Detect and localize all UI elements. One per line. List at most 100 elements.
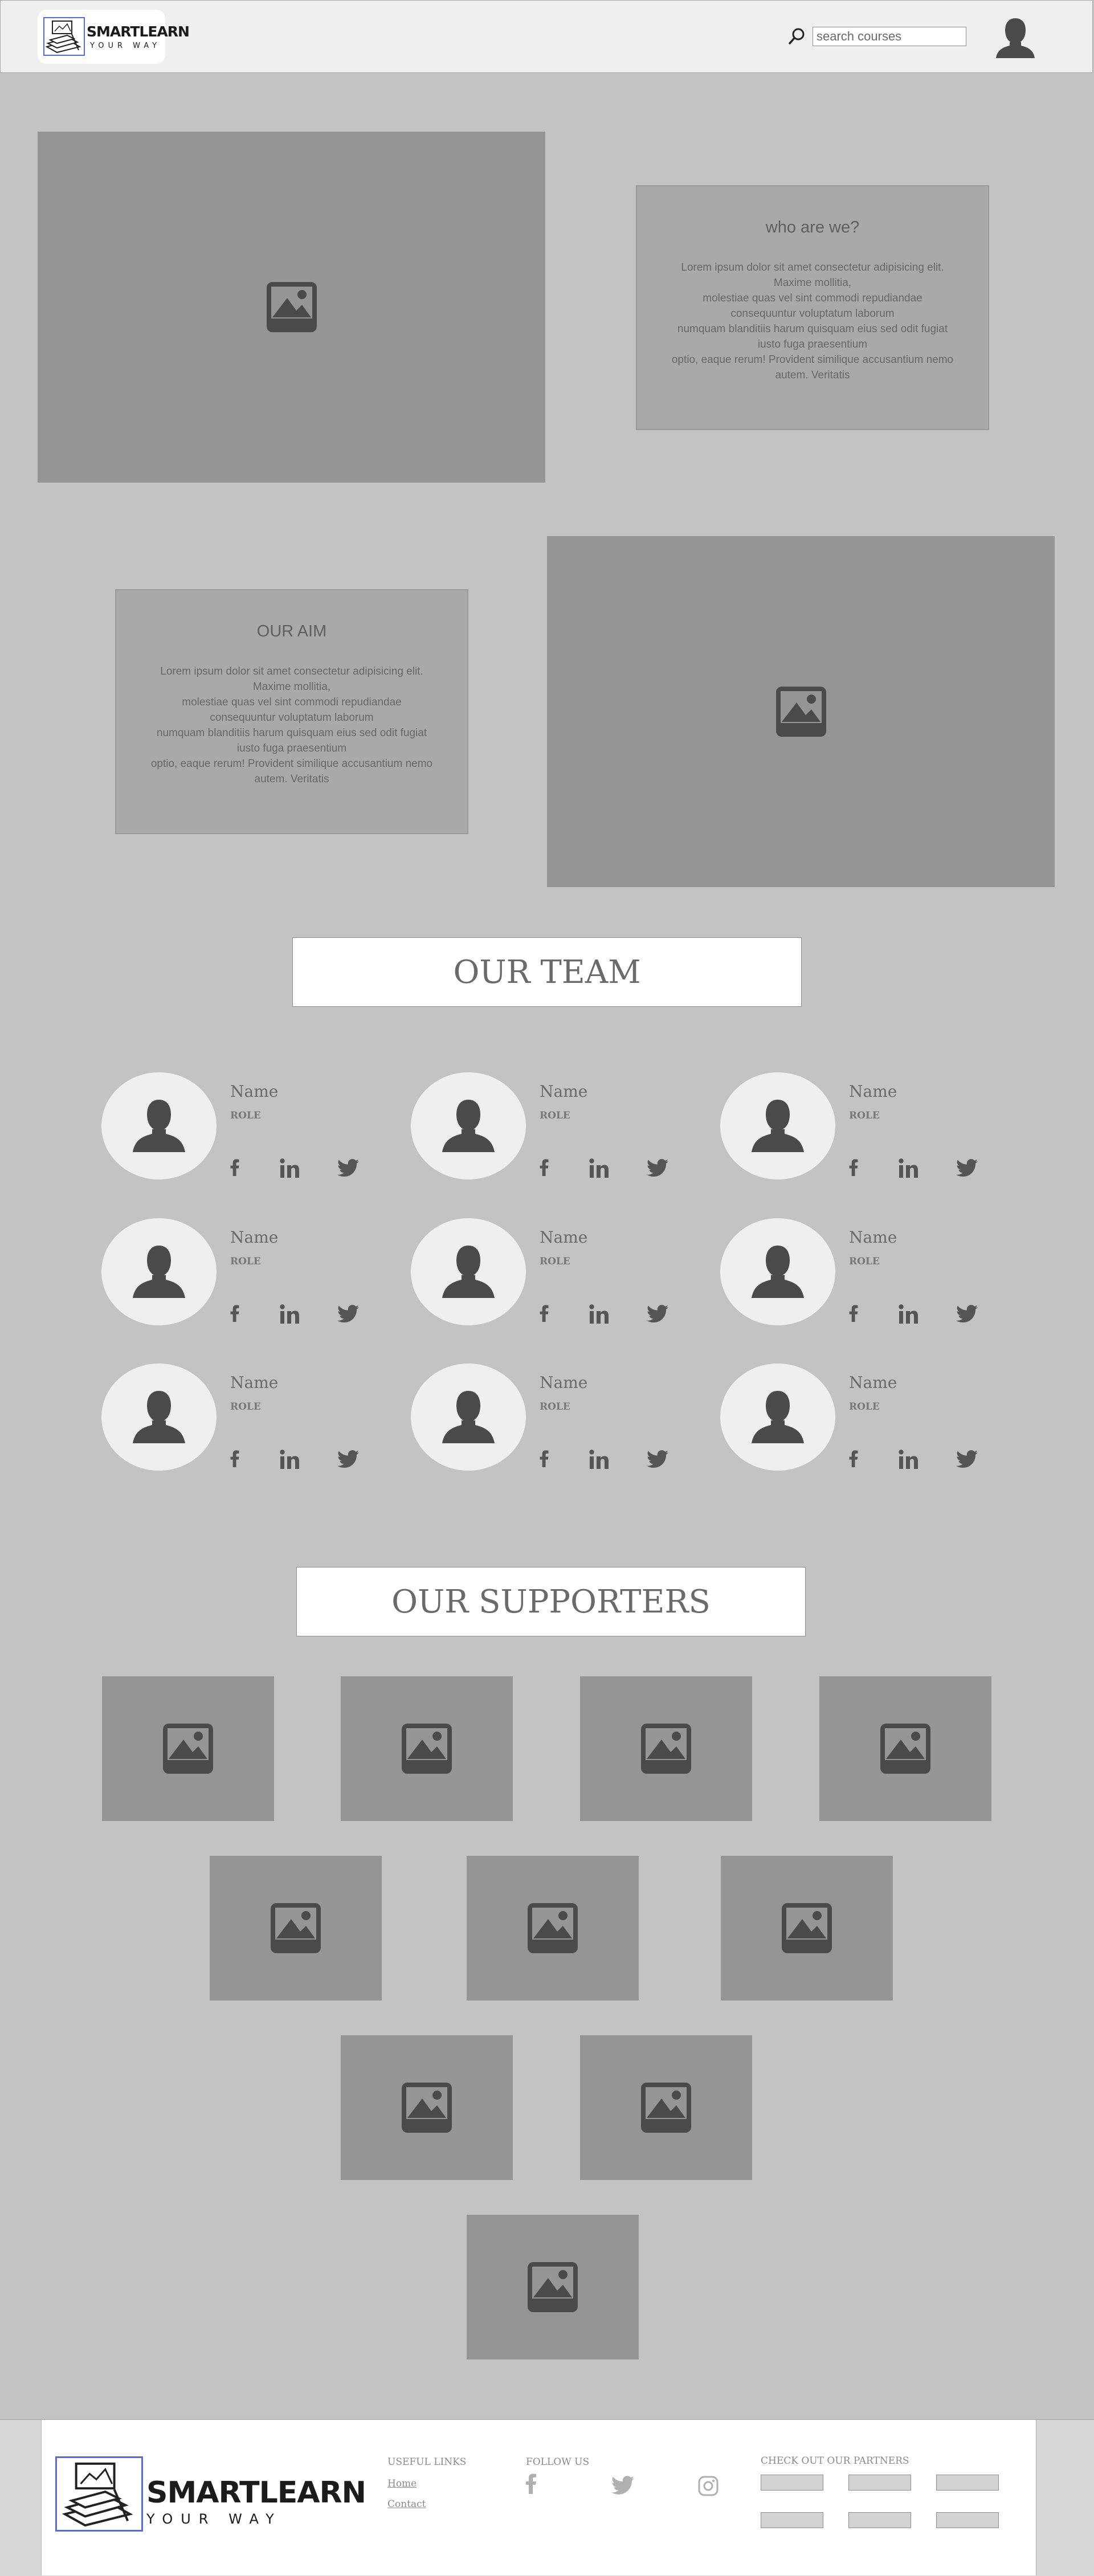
facebook-icon[interactable] — [538, 1304, 550, 1326]
logo-emblem-icon — [43, 17, 85, 56]
our-aim-title: OUR AIM — [256, 622, 327, 640]
footer-logo-emblem-icon — [55, 2456, 143, 2532]
supporter-logo[interactable] — [467, 1856, 639, 2001]
twitter-icon[interactable] — [956, 1159, 978, 1180]
linkedin-icon[interactable] — [898, 1304, 919, 1326]
member-avatar — [720, 1072, 835, 1179]
team-title: OUR TEAM — [453, 953, 641, 991]
footer-twitter-icon[interactable] — [611, 2476, 634, 2495]
search-input[interactable] — [813, 27, 966, 46]
our-aim-body: Lorem ipsum dolor sit amet consectetur a… — [150, 666, 433, 785]
facebook-icon[interactable] — [229, 1304, 240, 1326]
member-avatar — [411, 1363, 526, 1471]
partner-logo-slot[interactable] — [848, 2475, 911, 2491]
member-avatar — [720, 1363, 835, 1471]
image-placeholder-icon — [528, 2262, 578, 2312]
twitter-icon[interactable] — [337, 1159, 359, 1180]
footer-logo[interactable]: SMARTLEARN YOUR WAY — [55, 2456, 366, 2536]
twitter-icon[interactable] — [647, 1159, 668, 1180]
supporter-logo[interactable] — [819, 1676, 991, 1821]
partner-logo-slot[interactable] — [936, 2475, 999, 2491]
supporter-logo[interactable] — [102, 1676, 274, 1821]
facebook-icon[interactable] — [538, 1449, 550, 1471]
facebook-icon[interactable] — [229, 1449, 240, 1471]
supporter-logo[interactable] — [341, 2035, 513, 2180]
twitter-icon[interactable] — [647, 1450, 668, 1471]
member-name: Name — [849, 1373, 897, 1392]
facebook-icon[interactable] — [848, 1304, 859, 1326]
image-placeholder-icon — [266, 282, 317, 332]
footer-content: SMARTLEARN YOUR WAY USEFUL LINKS Home Co… — [41, 2420, 1036, 2575]
facebook-icon[interactable] — [848, 1449, 859, 1471]
member-avatar — [101, 1363, 217, 1471]
partner-logo-slot[interactable] — [848, 2512, 911, 2528]
twitter-icon[interactable] — [956, 1305, 978, 1326]
facebook-icon[interactable] — [848, 1158, 859, 1180]
supporters-title-box: OUR SUPPORTERS — [296, 1567, 806, 1636]
linkedin-icon[interactable] — [898, 1158, 919, 1181]
person-silhouette-icon — [133, 1100, 185, 1152]
site-logo[interactable]: SMARTLEARN YOUR WAY — [38, 10, 190, 64]
member-role: ROLE — [849, 1256, 880, 1267]
logo-tagline: YOUR WAY — [90, 42, 161, 50]
supporter-logo[interactable] — [721, 1856, 893, 2001]
who-are-we-title: who are we? — [765, 218, 860, 236]
supporter-logo[interactable] — [580, 1676, 752, 1821]
follow-us-heading: FOLLOW US — [526, 2456, 590, 2468]
member-avatar — [101, 1218, 217, 1325]
footer-link-home[interactable]: Home — [387, 2478, 417, 2489]
linkedin-icon[interactable] — [279, 1450, 300, 1472]
linkedin-icon[interactable] — [589, 1304, 609, 1326]
our-aim-panel: OUR AIM Lorem ipsum dolor sit amet conse… — [115, 589, 468, 834]
supporter-logo[interactable] — [210, 1856, 382, 2001]
person-silhouette-icon — [133, 1391, 185, 1443]
image-placeholder-icon — [402, 2083, 452, 2133]
supporters-title: OUR SUPPORTERS — [391, 1583, 711, 1620]
footer-logo-wordmark: SMARTLEARN — [146, 2476, 366, 2510]
footer-link-contact[interactable]: Contact — [387, 2499, 426, 2510]
member-name: Name — [540, 1228, 588, 1247]
linkedin-icon[interactable] — [279, 1304, 300, 1326]
twitter-icon[interactable] — [647, 1305, 668, 1326]
user-avatar-icon[interactable] — [993, 16, 1038, 60]
image-placeholder-icon — [271, 1903, 321, 1953]
twitter-icon[interactable] — [337, 1305, 359, 1326]
member-name: Name — [849, 1082, 897, 1101]
image-placeholder-icon — [775, 687, 826, 737]
twitter-icon[interactable] — [956, 1450, 978, 1471]
member-name: Name — [230, 1373, 279, 1392]
member-name: Name — [849, 1228, 897, 1247]
facebook-icon[interactable] — [538, 1158, 550, 1180]
image-placeholder-icon — [641, 1724, 691, 1774]
member-name: Name — [230, 1228, 279, 1247]
partner-logo-slot[interactable] — [936, 2512, 999, 2528]
member-avatar — [101, 1072, 217, 1179]
member-name: Name — [230, 1082, 279, 1101]
person-silhouette-icon — [752, 1100, 804, 1152]
supporter-logo[interactable] — [341, 1676, 513, 1821]
partner-logo-slot[interactable] — [761, 2475, 823, 2491]
linkedin-icon[interactable] — [589, 1158, 609, 1181]
supporter-logo[interactable] — [467, 2215, 639, 2359]
facebook-icon[interactable] — [229, 1158, 240, 1180]
person-silhouette-icon — [752, 1246, 804, 1298]
linkedin-icon[interactable] — [279, 1158, 300, 1181]
member-name: Name — [540, 1082, 588, 1101]
linkedin-icon[interactable] — [898, 1450, 919, 1472]
member-role: ROLE — [230, 1401, 261, 1412]
person-silhouette-icon — [133, 1246, 185, 1298]
footer-facebook-icon[interactable] — [524, 2473, 538, 2494]
image-placeholder-icon — [163, 1724, 213, 1774]
member-role: ROLE — [540, 1110, 570, 1121]
search-icon[interactable] — [787, 26, 807, 46]
who-are-we-body: Lorem ipsum dolor sit amet consectetur a… — [671, 262, 954, 381]
linkedin-icon[interactable] — [589, 1450, 609, 1472]
partner-logo-slot[interactable] — [761, 2512, 823, 2528]
logo-wordmark: SMARTLEARN — [87, 23, 190, 40]
person-silhouette-icon — [752, 1391, 804, 1443]
footer-instagram-icon[interactable] — [698, 2476, 719, 2496]
supporter-logo[interactable] — [580, 2035, 752, 2180]
image-placeholder-icon — [528, 1903, 578, 1953]
twitter-icon[interactable] — [337, 1450, 359, 1471]
about-image-2 — [547, 536, 1055, 887]
